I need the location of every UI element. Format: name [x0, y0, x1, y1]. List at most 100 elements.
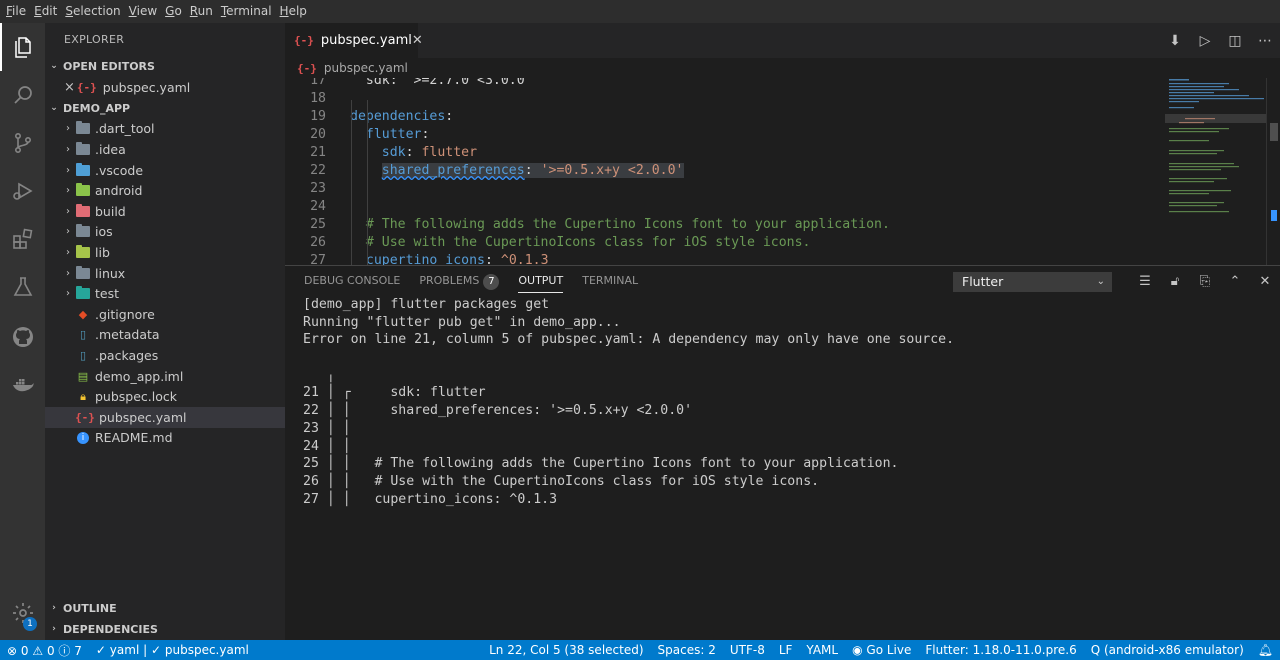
dependencies-section[interactable]: › DEPENDENCIES	[45, 619, 285, 640]
split-editor-icon[interactable]: ◫	[1220, 33, 1250, 49]
info-icon: i	[77, 431, 89, 444]
output-channel-select[interactable]: Flutter ⌄	[953, 272, 1112, 292]
code-token: cupertino_icons	[365, 253, 485, 265]
menu-item-selection[interactable]: Selection	[61, 0, 124, 23]
flask-icon[interactable]	[0, 263, 45, 311]
indentation-status[interactable]: Spaces: 2	[651, 643, 723, 657]
breadcrumb[interactable]: {-} pubspec.yaml	[285, 58, 1280, 78]
folder-item[interactable]: › android	[45, 180, 285, 201]
output-line: 21 │ ┌ sdk: flutter	[303, 385, 486, 401]
line-number: 21	[310, 145, 326, 160]
editor-scrollbar[interactable]	[1266, 78, 1280, 265]
folder-shape	[76, 224, 90, 238]
file-item[interactable]: ▤ demo_app.iml	[45, 366, 285, 387]
panel-actions: ☰ 🔓︎ ⎘ ⌃ ✕	[1130, 266, 1280, 296]
folder-item[interactable]: › .vscode	[45, 160, 285, 181]
notifications-bell-icon[interactable]: 🔔︎	[1251, 643, 1280, 657]
tree-item-label: linux	[95, 265, 126, 281]
open-log-icon[interactable]: ⎘	[1190, 274, 1220, 289]
file-item[interactable]: 🔒︎ pubspec.lock	[45, 386, 285, 407]
menu-item-help[interactable]: Help	[276, 0, 311, 23]
folder-item[interactable]: › .idea	[45, 139, 285, 160]
folder-item[interactable]: › ios	[45, 222, 285, 243]
close-icon[interactable]: ×	[64, 80, 75, 95]
open-editors-section[interactable]: ⌄ OPEN EDITORS	[45, 56, 285, 77]
menu-item-file[interactable]: File	[2, 0, 30, 23]
folder-item[interactable]: › .dart_tool	[45, 119, 285, 140]
code-token: # The following adds the Cupertino Icons…	[350, 217, 890, 232]
tab-pubspec-yaml[interactable]: {-} pubspec.yaml ✕	[285, 23, 423, 58]
output-text[interactable]: [demo_app] flutter packages get Running "…	[303, 296, 954, 508]
explorer-title: EXPLORER	[64, 33, 125, 46]
run-debug-icon[interactable]	[0, 167, 45, 215]
more-actions-icon[interactable]: ⋯	[1250, 33, 1280, 49]
line-text: dependencies:	[350, 108, 453, 126]
open-editor-item[interactable]: × {-} pubspec.yaml	[45, 77, 285, 98]
maximize-panel-icon[interactable]: ⌃	[1220, 274, 1250, 289]
github-icon[interactable]	[0, 313, 45, 361]
yaml-validation-status[interactable]: ✓ yaml | ✓ pubspec.yaml	[89, 643, 256, 657]
output-line: 24 │ │	[303, 438, 351, 454]
explorer-icon[interactable]	[0, 23, 45, 71]
problems-status[interactable]: ⊗ 0 ⚠ 0 ⓘ 7	[0, 642, 89, 659]
menu-item-go[interactable]: Go	[161, 0, 186, 23]
docker-icon[interactable]	[0, 361, 45, 409]
code-editor[interactable]: 17 sdk: ">=2.7.0 <3.0.0" 18 19 dependencies…	[285, 78, 1165, 265]
outline-section[interactable]: › OUTLINE	[45, 598, 285, 619]
panel-tab-terminal[interactable]: TERMINAL	[582, 266, 638, 296]
eol-status[interactable]: LF	[772, 643, 800, 657]
chevron-down-icon: ⌄	[1096, 276, 1105, 287]
folder-item[interactable]: › build	[45, 201, 285, 222]
encoding-status[interactable]: UTF-8	[723, 643, 772, 657]
source-control-icon[interactable]	[0, 119, 45, 167]
file-item[interactable]: {-} pubspec.yaml	[45, 406, 285, 428]
menu-item-edit[interactable]: Edit	[30, 0, 61, 23]
menu-item-view[interactable]: View	[125, 0, 161, 23]
folder-icon	[75, 203, 91, 218]
panel-tab-debug-console[interactable]: DEBUG CONSOLE	[304, 266, 400, 296]
device-selector[interactable]: Q (android-x86 emulator)	[1084, 643, 1251, 657]
extensions-icon[interactable]	[0, 215, 45, 263]
cursor-position[interactable]: Ln 22, Col 5 (38 selected)	[482, 643, 650, 657]
panel-tab-label: PROBLEMS	[419, 274, 480, 287]
panel-tab-problems[interactable]: PROBLEMS 7	[419, 266, 500, 296]
chevron-right-icon: ›	[52, 624, 56, 634]
chevron-right-icon: ›	[66, 246, 70, 258]
folder-item[interactable]: › lib	[45, 242, 285, 263]
settings-gear-icon[interactable]: 1	[0, 589, 45, 637]
menu-item-run[interactable]: Run	[186, 0, 217, 23]
editor-actions: ⬇ ▷ ◫ ⋯	[1160, 23, 1280, 58]
open-editors-label: OPEN EDITORS	[63, 60, 155, 73]
tree-item-label: pubspec.yaml	[99, 409, 187, 425]
minimap[interactable]	[1165, 78, 1270, 265]
search-icon[interactable]	[0, 71, 45, 119]
panel-tab-output[interactable]: OUTPUT	[518, 266, 563, 296]
go-live-button[interactable]: ◉ Go Live	[845, 643, 918, 657]
menu-item-terminal[interactable]: Terminal	[217, 0, 276, 23]
indent-guide	[367, 100, 368, 265]
folder-item[interactable]: › test	[45, 283, 285, 304]
lock-scroll-icon[interactable]: 🔓︎	[1160, 274, 1190, 289]
run-icon[interactable]: ▷	[1190, 33, 1220, 49]
close-panel-icon[interactable]: ✕	[1250, 274, 1280, 289]
clear-output-icon[interactable]: ☰	[1130, 274, 1160, 289]
panel-tabs: DEBUG CONSOLE PROBLEMS 7 OUTPUT TERMINAL Flu…	[285, 266, 1280, 296]
pubspec-status-label: pubspec.yaml	[164, 643, 249, 657]
file-item[interactable]: ◆ .gitignore	[45, 304, 285, 325]
project-section[interactable]: ⌄ DEMO_APP	[45, 98, 285, 119]
line-number: 26	[310, 235, 326, 250]
close-tab-icon[interactable]: ✕	[412, 33, 423, 48]
folder-item[interactable]: › linux	[45, 263, 285, 284]
tree-item-label: README.md	[95, 430, 173, 446]
yaml-icon: {-}	[297, 61, 317, 75]
flutter-version[interactable]: Flutter: 1.18.0-11.0.pre.6	[918, 643, 1083, 657]
code-token: :	[524, 163, 541, 178]
file-item[interactable]: i README.md	[45, 428, 285, 449]
code-line: 19 dependencies:	[285, 108, 1165, 126]
file-item[interactable]: ▯ .metadata	[45, 325, 285, 346]
language-mode[interactable]: YAML	[799, 643, 845, 657]
code-line: 23	[285, 180, 1165, 198]
file-item[interactable]: ▯ .packages	[45, 345, 285, 366]
flutter-run-icon[interactable]: ⬇	[1160, 33, 1190, 49]
